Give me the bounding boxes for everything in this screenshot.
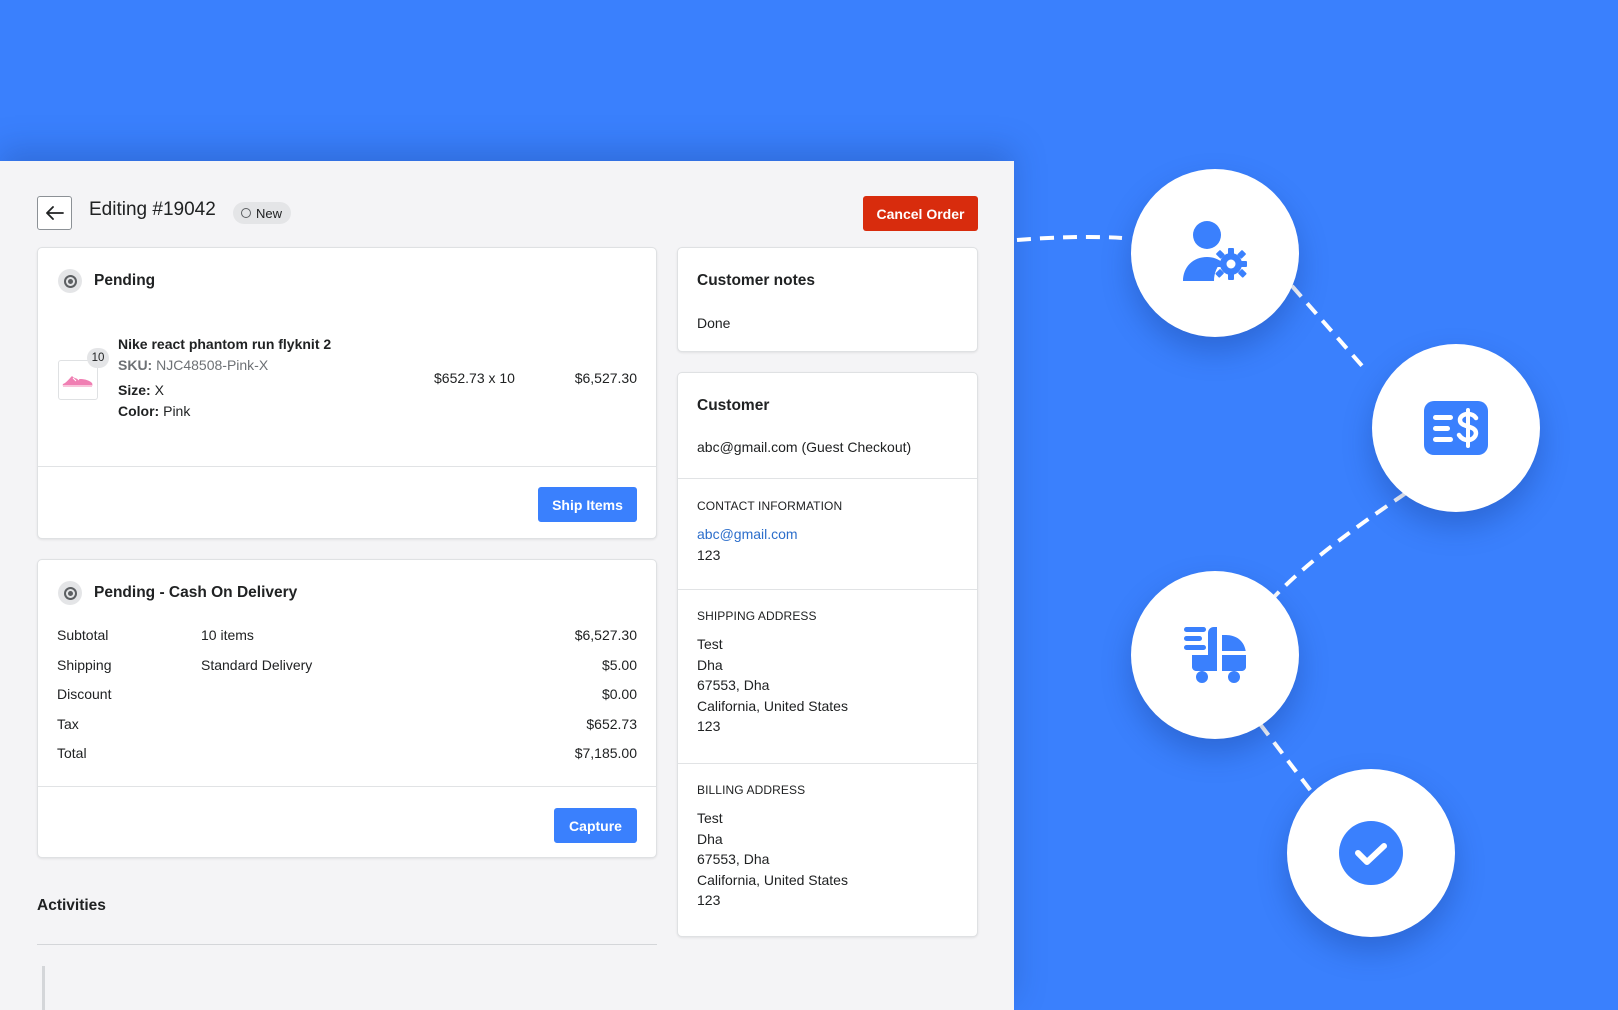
customer-notes-card: Customer notes Done [677, 247, 978, 352]
address-line: 67553, Dha [697, 677, 770, 693]
address-line: Test [697, 810, 723, 826]
summary-amount: $6,527.30 [574, 627, 637, 643]
cancel-order-button[interactable]: Cancel Order [863, 196, 978, 231]
summary-label: Shipping [57, 656, 112, 673]
card-divider [38, 466, 656, 467]
page-header: Editing #19042 New Cancel Order [37, 196, 978, 232]
customer-notes-title: Customer notes [697, 272, 815, 289]
summary-label: Total [57, 745, 87, 761]
contact-phone: 123 [697, 547, 721, 563]
card-divider [678, 589, 977, 590]
customer-note-text: Done [697, 315, 731, 331]
activities-divider [37, 944, 657, 945]
summary-detail: Standard Delivery [201, 656, 313, 673]
summary-detail: 10 items [201, 627, 254, 643]
activities-timeline [42, 966, 45, 1010]
invoice-dollar-icon [1424, 401, 1488, 455]
pending-status-icon [58, 269, 82, 293]
user-gear-icon [1183, 221, 1247, 281]
product-name[interactable]: Nike react phantom run flyknit 2 [118, 336, 331, 352]
card-divider [678, 478, 977, 479]
unit-price: $652.73 x 10 [434, 370, 515, 386]
customer-title: Customer [697, 397, 770, 414]
address-line: Dha [697, 830, 723, 847]
customer-card: Customer abc@gmail.com (Guest Checkout) … [677, 372, 978, 937]
page-title: Editing #19042 [89, 199, 216, 220]
summary-label: Discount [57, 686, 112, 702]
fast-delivery-icon [1184, 627, 1246, 683]
address-line: Dha [697, 656, 723, 673]
back-button[interactable] [37, 196, 72, 230]
color-label: Color: [118, 403, 160, 419]
address-line: California, United States [697, 697, 848, 714]
sku-label: SKU: [118, 357, 153, 373]
summary-amount: $0.00 [601, 686, 637, 702]
payment-status-icon [58, 581, 82, 605]
order-panel: Editing #19042 New Cancel Order Pending … [0, 161, 1014, 1010]
customer-summary: abc@gmail.com (Guest Checkout) [697, 439, 912, 455]
product-size: Size: X [118, 382, 164, 398]
card-divider [678, 763, 977, 764]
capture-button[interactable]: Capture [554, 808, 637, 843]
order-flow-illustration [1014, 0, 1618, 1010]
product-color: Color: Pink [118, 403, 190, 419]
sku-value: NJC48508-Pink-X [156, 357, 269, 373]
address-line: 123 [697, 892, 721, 908]
completed-step [1287, 769, 1455, 937]
address-line: 67553, Dha [697, 851, 770, 867]
size-label: Size: [118, 382, 151, 398]
color-value: Pink [163, 403, 191, 419]
payment-title: Pending - Cash On Delivery [94, 584, 298, 601]
summary-label: Subtotal [57, 627, 109, 643]
address-line: California, United States [697, 871, 848, 888]
summary-amount: $652.73 [586, 715, 637, 732]
payment-card: Pending - Cash On Delivery Subtotal 10 it… [37, 559, 657, 858]
billing-address-heading: BILLING ADDRESS [697, 783, 806, 797]
address-line: 123 [697, 718, 721, 734]
fulfillment-title: Pending [94, 272, 156, 289]
summary-amount: $7,185.00 [574, 745, 637, 761]
delivery-step [1131, 571, 1299, 739]
line-total: $6,527.30 [574, 370, 637, 386]
status-circle-icon [241, 208, 251, 218]
product-sku: SKU: NJC48508-Pink-X [118, 357, 268, 373]
shipping-address-heading: SHIPPING ADDRESS [697, 609, 817, 623]
customer-step [1131, 169, 1299, 337]
ship-items-button[interactable]: Ship Items [538, 487, 637, 522]
summary-amount: $5.00 [601, 656, 637, 673]
pink-sneaker-image [62, 376, 93, 387]
fulfillment-card: Pending 10 Nike react phantom run flykni… [37, 247, 657, 539]
check-circle-icon [1339, 821, 1403, 885]
card-divider [38, 786, 656, 787]
quantity-badge: 10 [87, 348, 109, 368]
status-badge: New [233, 202, 292, 224]
status-text: New [256, 205, 283, 221]
arrow-left-icon [45, 206, 64, 220]
summary-label: Tax [57, 715, 79, 732]
address-line: Test [697, 636, 723, 652]
size-value: X [154, 382, 164, 398]
activities-title: Activities [37, 897, 106, 914]
payment-step [1372, 344, 1540, 512]
contact-email-link[interactable]: abc@gmail.com [697, 526, 798, 542]
contact-heading: CONTACT INFORMATION [697, 499, 843, 513]
